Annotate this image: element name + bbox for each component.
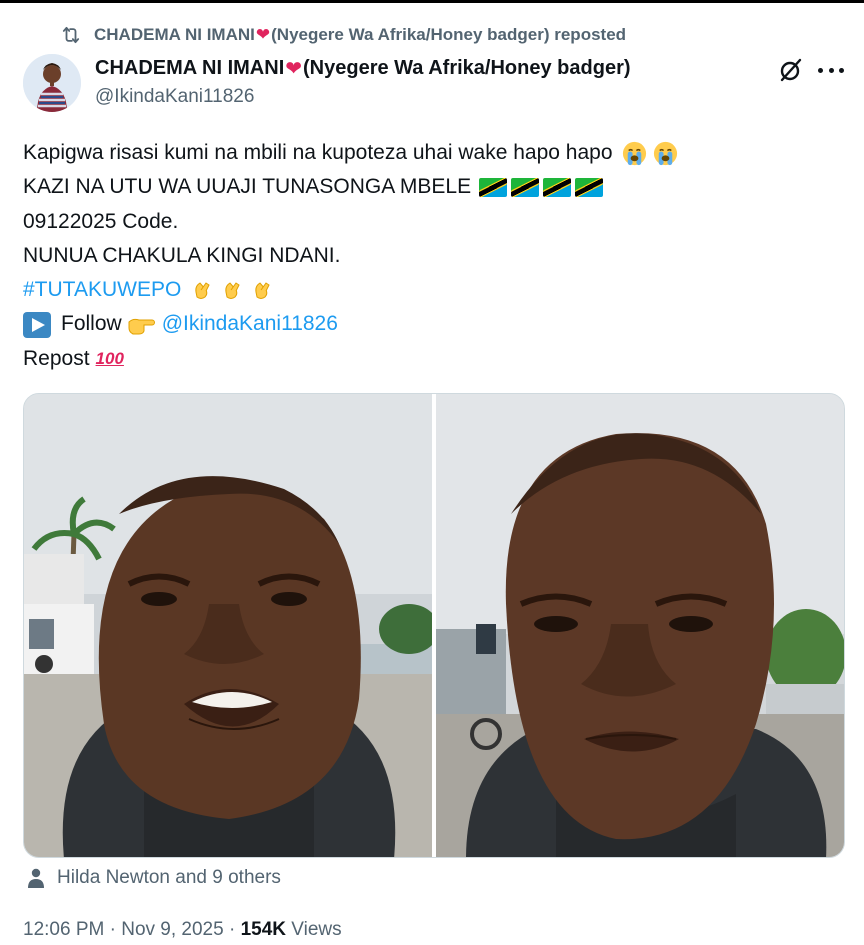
post-text: Kapigwa risasi kumi na mbili na kupoteza…	[23, 136, 843, 376]
more-options-icon[interactable]	[818, 60, 844, 80]
video-frame-2	[436, 394, 844, 857]
post-date[interactable]: Nov 9, 2025	[121, 919, 223, 940]
clapping-hands-emoji	[225, 282, 240, 300]
post-line-1-text: Kapigwa risasi kumi na mbili na kupoteza…	[23, 141, 613, 164]
grok-icon[interactable]	[778, 57, 804, 83]
post-line-1: Kapigwa risasi kumi na mbili na kupoteza…	[23, 136, 843, 170]
top-border	[0, 0, 864, 3]
hundred-points-emoji: 100	[95, 348, 124, 368]
hashtag-link[interactable]: #TUTAKUWEPO	[23, 273, 181, 307]
clapping-hands-emoji	[255, 282, 270, 300]
post-line-4: NUNUA CHAKULA KINGI NDANI.	[23, 239, 843, 273]
avatar-image	[23, 54, 81, 112]
dot	[839, 67, 844, 73]
separator-dot: ·	[228, 919, 241, 940]
post-line-4-text: NUNUA CHAKULA KINGI NDANI.	[23, 243, 341, 267]
red-heart-emoji: ❤	[285, 58, 303, 80]
author-handle[interactable]: @IkindaKani11826	[95, 86, 254, 108]
play-button-emoji-icon	[23, 311, 51, 338]
author-name-part2[interactable]: (Nyegere Wa Afrika/Honey badger)	[303, 57, 631, 80]
views-label: Views	[291, 919, 342, 940]
dot	[818, 67, 823, 73]
tanzania-flag-emoji	[575, 177, 604, 197]
post-line-6: Follow @IkindaKani11826	[23, 307, 843, 341]
backhand-index-pointing-right-emoji	[128, 318, 155, 335]
loudly-crying-face-emoji	[622, 141, 646, 165]
media-image-1[interactable]	[24, 394, 432, 857]
media-grid[interactable]	[23, 393, 845, 858]
separator-dot: ·	[109, 919, 122, 940]
author-name-part1[interactable]: CHADEMA NI IMANI	[95, 57, 284, 80]
repost-header[interactable]: CHADEMA NI IMANI ❤ (Nyegere Wa Afrika/Ho…	[60, 24, 626, 46]
post-line-3-text: 09122025 Code.	[23, 209, 179, 233]
video-frame-1	[24, 394, 432, 857]
clapping-hands-emoji	[195, 282, 210, 300]
author-avatar[interactable]	[23, 54, 81, 112]
repost-label: Repost	[23, 346, 90, 370]
repost-name-part2[interactable]: (Nyegere Wa Afrika/Honey badger)	[271, 25, 549, 45]
red-heart-emoji: ❤	[255, 25, 271, 44]
post-line-2: KAZI NA UTU WA UUAJI TUNASONGA MBELE	[23, 170, 843, 204]
reposted-label: reposted	[554, 25, 627, 44]
follow-handle-link[interactable]: @IkindaKani11826	[162, 307, 338, 341]
tagged-users-text[interactable]: Hilda Newton and 9 others	[57, 867, 281, 889]
dot	[828, 67, 834, 73]
tanzania-flag-emoji	[511, 177, 540, 197]
repost-icon	[62, 26, 80, 44]
post-line-5: #TUTAKUWEPO	[23, 273, 843, 307]
post-time[interactable]: 12:06 PM	[23, 919, 104, 940]
tanzania-flag-emoji	[479, 177, 508, 197]
media-image-2[interactable]	[436, 394, 844, 857]
repost-name-part1[interactable]: CHADEMA NI IMANI	[94, 25, 255, 45]
post-line-3: 09122025 Code.	[23, 205, 843, 239]
post-line-2-text: KAZI NA UTU WA UUAJI TUNASONGA MBELE	[23, 175, 472, 199]
author-name[interactable]: CHADEMA NI IMANI ❤ (Nyegere Wa Afrika/Ho…	[95, 56, 631, 81]
loudly-crying-face-emoji	[653, 141, 677, 165]
tanzania-flag-emoji	[543, 177, 572, 197]
post-meta: 12:06 PM · Nov 9, 2025 · 154K Views	[23, 919, 342, 941]
person-icon	[28, 868, 44, 888]
post-line-7: Repost 100	[23, 342, 843, 376]
tagged-users-row[interactable]: Hilda Newton and 9 others	[27, 867, 281, 889]
views-count: 154K	[240, 919, 286, 940]
follow-label: Follow	[61, 312, 122, 336]
